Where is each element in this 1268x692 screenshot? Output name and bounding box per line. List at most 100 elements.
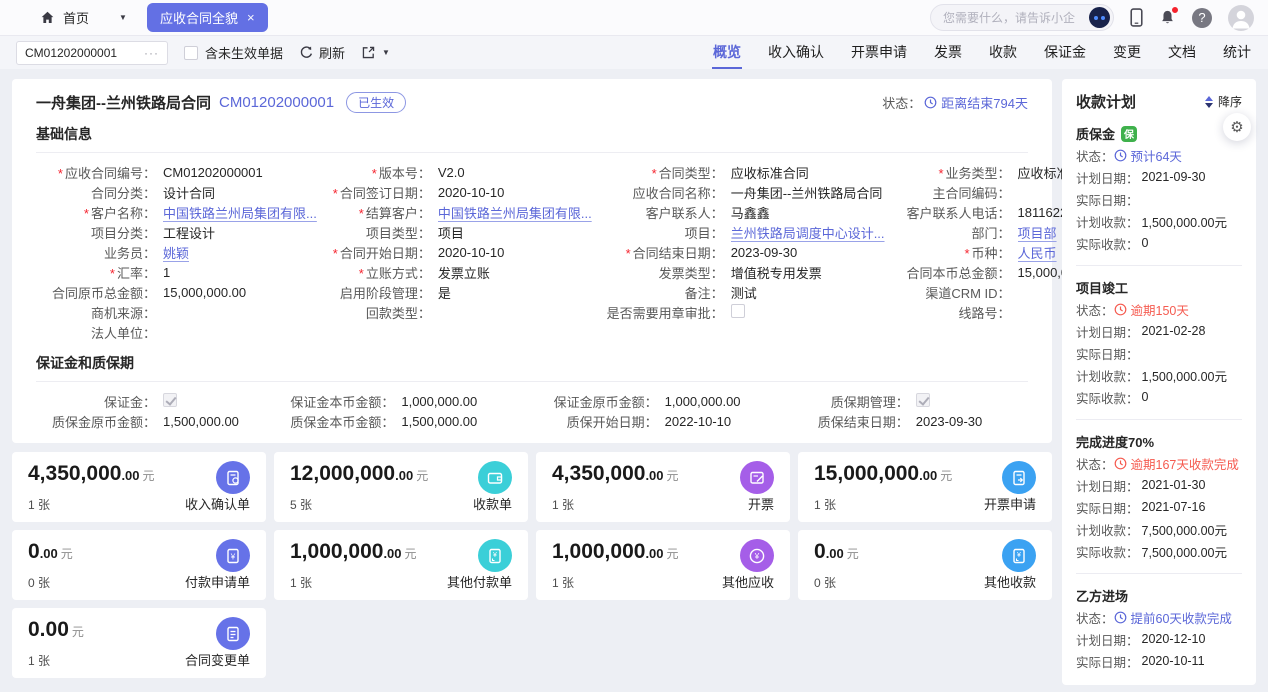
tab-overview[interactable]: 概览 [712, 36, 742, 69]
payment-request-icon: ¥ [216, 539, 250, 572]
tab-change[interactable]: 变更 [1112, 36, 1142, 69]
card-count: 1 张 [552, 496, 679, 513]
field: *客户名称：中国铁路兰州局集团有限... [36, 202, 317, 222]
card-label: 开票 [748, 494, 774, 513]
card-other-receivable[interactable]: 1,000,000.00元1 张 ¥其他应收 [536, 530, 790, 600]
invoice-pen-icon [740, 461, 774, 494]
card-amount: 4,350,000.00元 [28, 462, 155, 486]
customer-name-link[interactable]: 中国铁路兰州局集团有限... [163, 203, 317, 222]
chevron-down-icon[interactable]: ▼ [119, 13, 127, 22]
field: 质保期管理： [791, 391, 1028, 411]
card-invoice[interactable]: 4,350,000.00元 1 张 开票 [536, 452, 790, 522]
card-count: 0 张 [28, 574, 73, 591]
assistant-search-placeholder: 您需要什么，请告诉小企 [943, 9, 1075, 26]
plan-item-completion: 项目竣工 状态：逾期150天 计划日期：2021-02-28 实际日期： 计划收… [1076, 278, 1242, 420]
sort-descending-button[interactable]: 降序 [1205, 93, 1242, 110]
field: *合同结束日期：2023-09-30 [600, 242, 885, 262]
notification-badge [1170, 5, 1180, 15]
contract-countdown: 距离结束794天 [924, 93, 1028, 112]
export-button[interactable]: ▼ [361, 45, 390, 60]
plan-status: 逾期150天 [1114, 300, 1189, 319]
currency-link[interactable]: 人民币 [1018, 243, 1057, 262]
field: 应收合同名称：一舟集团--兰州铁路局合同 [600, 182, 885, 202]
contract-code-link[interactable]: CM01202000001 [219, 94, 334, 111]
basic-col-2: *版本号：V2.0 *合同签订日期：2020-10-10 *结算客户：中国铁路兰… [325, 162, 592, 342]
assistant-search-input[interactable]: 您需要什么，请告诉小企 [930, 4, 1114, 31]
card-amount: 0.00元 [28, 618, 84, 642]
avatar[interactable] [1228, 5, 1254, 31]
clock-icon [1114, 149, 1127, 162]
card-label: 其他收款 [984, 572, 1036, 591]
card-count: 1 张 [28, 496, 155, 513]
department-link[interactable]: 项目部 [1018, 223, 1057, 242]
field: 商机来源： [36, 302, 317, 322]
deposit-checkbox [163, 393, 177, 407]
field: 回款类型： [325, 302, 592, 322]
clock-icon [1114, 457, 1127, 470]
field: *合同类型：应收标准合同 [600, 162, 885, 182]
checkbox-icon[interactable] [184, 46, 198, 60]
plan-status: 逾期167天收款完成 [1114, 454, 1239, 473]
project-link[interactable]: 兰州铁路局调度中心设计... [731, 223, 885, 242]
notification-bell-icon[interactable] [1159, 9, 1176, 26]
chevron-down-icon[interactable]: ▼ [382, 48, 390, 57]
card-contract-change[interactable]: 0.00元 1 张 合同变更单 [12, 608, 266, 678]
gear-icon[interactable]: ⚙ [1223, 113, 1251, 141]
tab-label: 应收合同全貌 [160, 8, 238, 27]
field: *合同签订日期：2020-10-10 [325, 182, 592, 202]
field: *结算客户：中国铁路兰州局集团有限... [325, 202, 592, 222]
card-income-confirm[interactable]: 4,350,000.00元1 张 收入确认单 [12, 452, 266, 522]
help-icon[interactable]: ? [1192, 8, 1212, 28]
card-label: 其他应收 [722, 572, 774, 591]
close-icon[interactable]: × [247, 10, 255, 25]
salesperson-link[interactable]: 姚颖 [163, 243, 189, 262]
contract-number-input[interactable] [25, 46, 135, 60]
tab-receivable-contract-overview[interactable]: 应收合同全貌 × [147, 3, 268, 32]
settlement-customer-link[interactable]: 中国铁路兰州局集团有限... [438, 203, 592, 222]
field: 质保金本币金额：1,500,000.00 [288, 411, 525, 431]
tab-collection[interactable]: 收款 [988, 36, 1018, 69]
tab-statistics[interactable]: 统计 [1222, 36, 1252, 69]
field: *版本号：V2.0 [325, 162, 592, 182]
tab-invoice[interactable]: 发票 [933, 36, 963, 69]
toolbar: ··· 含未生效单据 刷新 ▼ 概览 收入确认 开票申请 发票 收款 保证金 变… [0, 36, 1268, 69]
card-amount: 1,000,000.00元 [290, 540, 417, 564]
field: *立账方式：发票立账 [325, 262, 592, 282]
card-other-payment[interactable]: 1,000,000.00元1 张 ¥其他付款单 [274, 530, 528, 600]
card-invoice-request[interactable]: 15,000,000.00元1 张 开票申请 [798, 452, 1052, 522]
field: *汇率：1 [36, 262, 317, 282]
include-ineffective-checkbox[interactable]: 含未生效单据 [184, 43, 283, 62]
plan-status: 预计64天 [1114, 146, 1182, 165]
tab-invoice-request[interactable]: 开票申请 [850, 36, 908, 69]
seal-approval-checkbox[interactable] [731, 304, 745, 318]
card-amount: 4,350,000.00元 [552, 462, 679, 486]
card-count: 1 张 [28, 652, 84, 669]
home-tab[interactable]: 首页 ▼ [40, 8, 127, 27]
card-label: 合同变更单 [185, 650, 250, 669]
tab-document[interactable]: 文档 [1167, 36, 1197, 69]
more-options-icon[interactable]: ··· [144, 46, 159, 60]
svg-text:¥: ¥ [493, 552, 497, 559]
field: *应收合同编号：CM01202000001 [36, 162, 317, 182]
section-guarantee: 保证金和质保期 [36, 353, 1028, 382]
card-label: 收款单 [473, 494, 512, 513]
card-payment-request[interactable]: 0.00元0 张 ¥付款申请单 [12, 530, 266, 600]
field: 保证金本币金额：1,000,000.00 [288, 391, 525, 411]
svg-text:¥: ¥ [230, 552, 236, 561]
card-receipt[interactable]: 12,000,000.00元5 张 收款单 [274, 452, 528, 522]
tab-income-confirm[interactable]: 收入确认 [767, 36, 825, 69]
field: 合同原币总金额：15,000,000.00 [36, 282, 317, 302]
card-label: 付款申请单 [185, 572, 250, 591]
card-count: 5 张 [290, 496, 428, 513]
sort-icon [1205, 96, 1213, 108]
refresh-button[interactable]: 刷新 [299, 43, 345, 62]
card-amount: 0.00元 [814, 540, 859, 564]
wallet-icon [478, 461, 512, 494]
assistant-robot-icon[interactable] [1089, 7, 1110, 28]
tab-deposit[interactable]: 保证金 [1043, 36, 1087, 69]
export-icon [361, 45, 376, 60]
field: 质保开始日期：2022-10-10 [534, 411, 783, 431]
card-other-receipt[interactable]: 0.00元0 张 ¥其他收款 [798, 530, 1052, 600]
mobile-phone-icon[interactable] [1130, 8, 1143, 27]
plan-item-warranty: 质保金保 状态：预计64天 计划日期：2021-09-30 实际日期： 计划收款… [1076, 124, 1242, 266]
